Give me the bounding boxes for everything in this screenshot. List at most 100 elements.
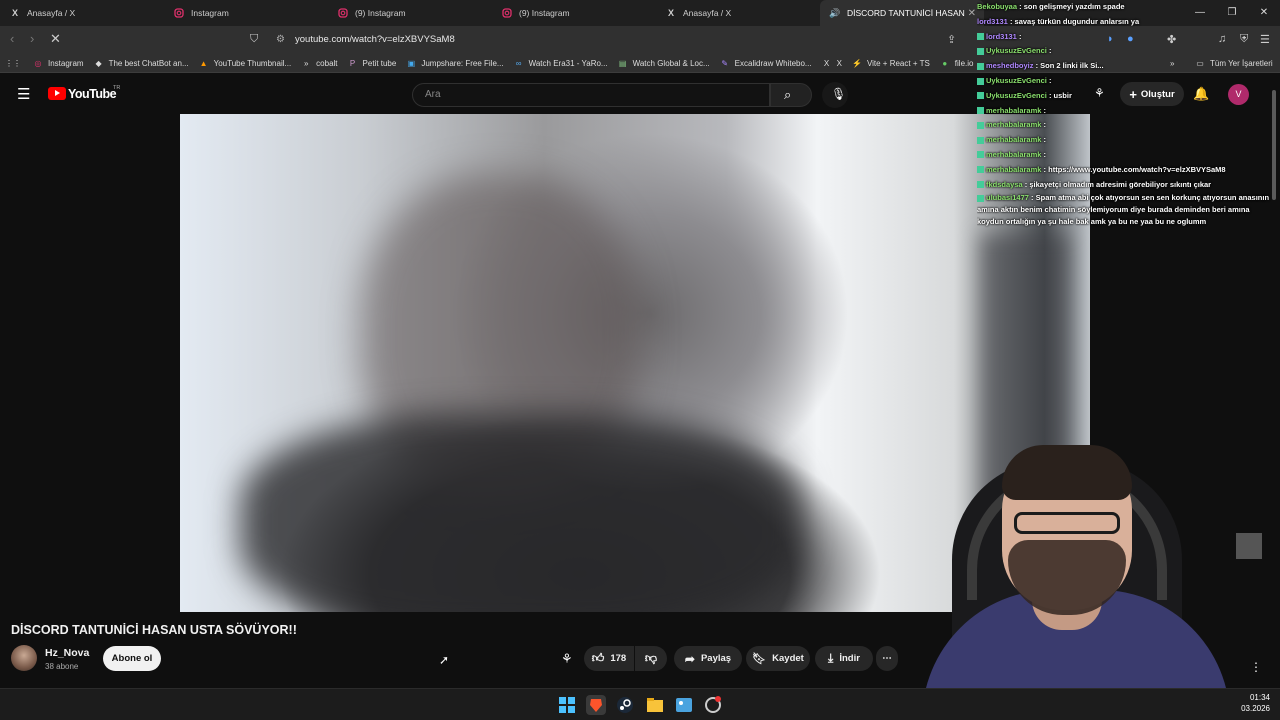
browser-tab-active[interactable]: 🔊 DİSCORD TANTUNİCİ HASAN ✕ [820,0,984,26]
chat-message: lord3131 : savaş türkün dugundur anlarsı… [977,16,1140,26]
chat-message: ulubasi1477 : Spam atma abi çok atıyorsu… [977,193,1270,227]
browser-tab[interactable]: (9) Instagram [492,0,656,26]
bookmark-item[interactable]: XX [822,58,842,68]
browser-tab[interactable]: X Anasayfa / X [656,0,820,26]
instagram-icon: ◎ [34,58,42,68]
download-button[interactable]: ⤓ İndir [815,646,873,671]
tab-label: (9) Instagram [519,8,570,18]
clock-time: 01:34 [1249,693,1270,702]
save-button[interactable]: 🔖︎ Kaydet [746,646,810,671]
video-title: DİSCORD TANTUNİCİ HASAN USTA SÖVÜYOR!! [11,623,297,637]
more-horizontal-icon: ⋯ [882,653,892,664]
instagram-icon [338,8,348,18]
thumbnail-image [1236,533,1262,559]
url-field[interactable]: youtube.com/watch?v=elzXBVYSaM8 [295,34,455,45]
bookmark-item[interactable]: ▤ Watch Global & Loc... [618,58,710,68]
bookmark-item[interactable]: ✎ Excalidraw Whitebo... [720,58,811,68]
x-icon: X [667,8,674,18]
speaker-icon: 🔊 [829,7,841,18]
vite-icon: ⚡ [851,58,862,68]
thumbs-down-icon: 👎︎ [644,651,658,665]
cobalt-icon: » [303,58,309,68]
instagram-icon [174,8,184,18]
petit-tube-icon: P [349,58,356,68]
extension-icon[interactable]: ⚘ [561,651,573,667]
chat-message: Bekobuyaa : son gelişmeyi yazdım spade [977,2,1125,11]
bookmark-item[interactable]: » cobalt [301,58,338,68]
chat-message: lord3131 : [977,30,1280,45]
bookmark-icon: 🔖︎ [752,653,767,665]
stream-chat-overlay: Bekobuyaa : son gelişmeyi yazdım spade l… [977,0,1280,228]
download-icon: ⤓ [828,651,834,665]
tab-label: DİSCORD TANTUNİCİ HASAN [847,8,965,18]
tab-label: Anasayfa / X [683,8,732,18]
bookmark-icon[interactable]: ⛉ [250,33,258,46]
file-explorer-icon[interactable] [645,695,665,715]
chat-message: merhabalaramk : [977,133,1280,148]
windows-taskbar [0,688,1280,720]
bookmark-item[interactable]: ⚡ Vite + React + TS [852,58,930,68]
stop-loading-icon[interactable]: ✕ [50,31,61,47]
windows-start-icon[interactable] [557,695,577,715]
chat-message: merhabalaramk : [977,148,1280,163]
chat-message: merhabalaramk : [977,118,1280,133]
more-actions-button[interactable]: ⋯ [876,646,898,671]
browser-tab[interactable]: (9) Instagram [328,0,492,26]
chat-message: UykusuzEvGenci : [977,74,1280,89]
bookmark-item[interactable]: ▲ YouTube Thumbnail... [199,58,292,68]
search-icon: ⌕ [784,87,792,102]
microphone-icon: 🎙 [831,87,847,101]
youtube-logo-text[interactable]: YouTube [68,87,117,101]
bookmark-item[interactable]: ◆ The best ChatBot an... [94,58,189,68]
brave-browser-icon[interactable] [586,695,606,715]
bookmark-item[interactable]: P Petit tube [348,58,396,68]
search-input[interactable]: Ara [412,83,770,107]
like-button[interactable]: 👍︎ 178 [584,646,634,671]
more-vertical-icon[interactable]: ⋮ [1250,660,1262,674]
dislike-button[interactable]: 👎︎ [635,646,667,671]
voice-search-button[interactable]: 🎙 [822,82,848,108]
search-button[interactable]: ⌕ [770,83,812,107]
bookmark-item[interactable]: ∞ Watch Era31 - YaRo... [514,58,608,68]
hamburger-menu-icon[interactable]: ☰ [17,85,30,103]
hair-shape [1002,445,1132,500]
channel-avatar[interactable] [11,645,37,671]
fileio-icon: ● [942,58,948,68]
steam-icon[interactable] [615,695,635,715]
tab-label: Anasayfa / X [27,8,76,18]
forward-icon[interactable]: › [30,31,34,46]
youtube-logo-icon[interactable] [48,87,66,100]
bookmark-item[interactable]: ▣ Jumpshare: Free File... [406,58,504,68]
system-clock[interactable]: 01:34 03.2026 [1241,692,1270,714]
clock-date: 03.2026 [1241,704,1270,713]
browser-tab[interactable]: X Anasayfa / X [0,0,164,26]
channel-name[interactable]: Hz_Nova [45,647,89,659]
chat-message: UykusuzEvGenci : usbir [977,89,1280,104]
video-frame-shape [240,414,800,612]
site-info-icon[interactable]: ⚙ [276,34,285,45]
photos-icon[interactable] [674,695,694,715]
bookmark-item[interactable]: ◎ Instagram [33,58,84,68]
share-arrow-icon: ➦ [684,651,695,666]
tab-label: Instagram [191,8,229,18]
thumbnail-icon: ▲ [199,58,208,68]
region-code: TR [113,85,121,91]
close-tab-icon[interactable]: ✕ [968,8,976,19]
share-icon[interactable]: ⇪ [947,33,956,46]
app-icon[interactable] [703,695,723,715]
x-icon: X [823,58,830,68]
watch-icon: ▤ [618,58,627,68]
share-button[interactable]: ➦ Paylaş [674,646,742,671]
chat-message: UykusuzEvGenci : [977,44,1280,59]
bookmark-item[interactable]: ● file.io [940,58,973,68]
chat-message: merhabalaramk : https://www.youtube.com/… [977,163,1280,178]
subscribe-button[interactable]: Abone ol [103,646,161,671]
chat-message: meshedboyiz : Son 2 linki ilk Si... [977,59,1280,74]
mouse-cursor-icon: ➚ [439,653,450,667]
thumbs-up-icon: 👍︎ [591,651,605,665]
chatbot-icon: ◆ [95,58,102,68]
subscriber-count: 38 abone [45,662,79,671]
apps-icon[interactable]: ⋮⋮ [5,58,23,68]
back-icon[interactable]: ‹ [10,31,14,46]
browser-tab[interactable]: Instagram [164,0,328,26]
